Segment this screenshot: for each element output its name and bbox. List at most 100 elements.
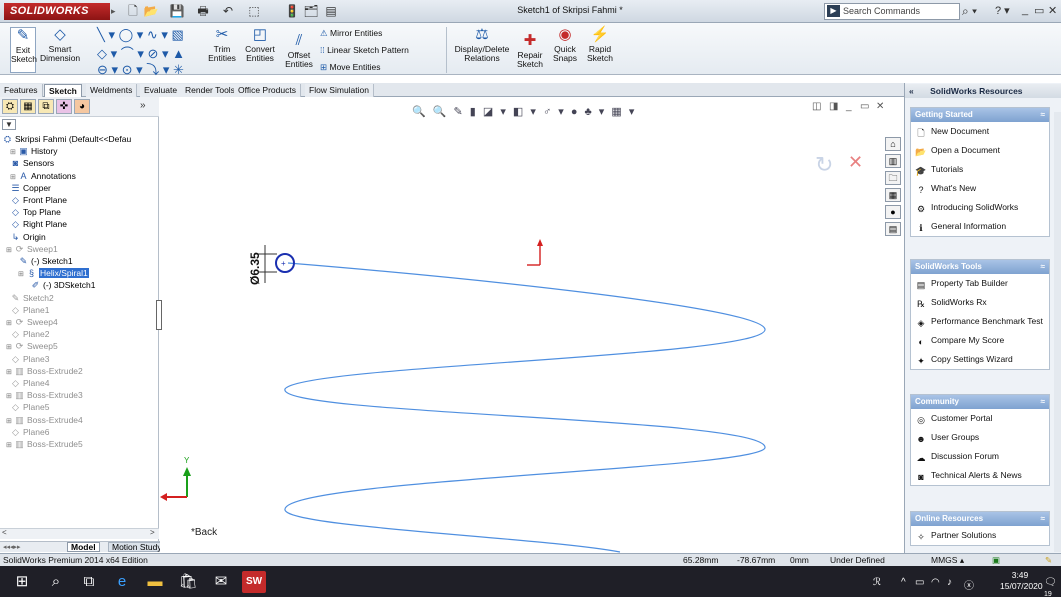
display-delete-relations-button[interactable]: ⚖ Display/Delete Relations (452, 27, 512, 63)
tab-scroll-icon[interactable]: ◂◂◂▸▸ (3, 543, 21, 551)
expand-icon[interactable]: ⊞ (10, 147, 18, 157)
resource-link[interactable]: ⚙ Introducing SolidWorks (911, 198, 1049, 217)
task-view-icon[interactable]: ⧉ (77, 571, 101, 593)
resource-link[interactable]: ? What's New (911, 179, 1049, 198)
tree-item[interactable]: ◇ Plane5 (0, 401, 158, 413)
mirror-entities-button[interactable]: ⚠ Mirror Entities (320, 28, 382, 39)
volume-icon[interactable]: ♪ (947, 577, 952, 588)
tab-sketch[interactable]: Sketch (44, 84, 82, 97)
resource-link[interactable]: 🗋 New Document (911, 122, 1049, 141)
resource-section-header[interactable]: SolidWorks Tools ≈ (911, 260, 1049, 274)
mail-icon[interactable]: ✉ (209, 571, 233, 593)
tree-item[interactable]: ⊞ ⟳ Sweep1 (0, 243, 158, 255)
tree-item[interactable]: ✎ (-) Sketch1 (0, 255, 158, 267)
tree-item[interactable]: ⊞ ▣ History (0, 145, 158, 157)
keyboard-layout-icon[interactable]: ⓧ (964, 577, 974, 592)
tree-item[interactable]: ⊞ A Annotations (0, 170, 158, 182)
resource-link[interactable]: ℹ General Information (911, 217, 1049, 236)
notification-center-icon[interactable]: 🗨19 (1044, 577, 1061, 599)
tree-item[interactable]: ◇ Plane1 (0, 304, 158, 316)
file-properties-icon[interactable]: 🗂 (302, 4, 320, 19)
tree-item[interactable]: ✎ Sketch2 (0, 292, 158, 304)
collapse-section-icon[interactable]: ≈ (1041, 395, 1045, 409)
resource-link[interactable]: ◎ Customer Portal (911, 409, 1049, 428)
resource-link[interactable]: ✧ Partner Solutions (911, 526, 1049, 545)
helix-spiral-curve[interactable] (284, 262, 766, 553)
store-icon[interactable]: 🛍 (176, 571, 200, 593)
collapse-section-icon[interactable]: ≈ (1041, 260, 1045, 274)
battery-icon[interactable]: ▭ (915, 577, 924, 588)
scroll-left-icon[interactable]: < (2, 528, 7, 537)
expand-icon[interactable]: ⊞ (6, 391, 14, 401)
expand-icon[interactable]: ⊞ (6, 318, 14, 328)
resource-section-header[interactable]: Getting Started ≈ (911, 108, 1049, 122)
funnel-icon[interactable]: ▼ (2, 119, 16, 130)
tree-item[interactable]: ⊞ ▥ Boss-Extrude5 (0, 438, 158, 450)
search-icon[interactable]: ⌕ (44, 571, 68, 593)
line-tool-icon[interactable]: ╲ ▾ ◯ ▾ ∿ ▾ ▧ (97, 27, 184, 43)
tree-item[interactable]: ◇ Right Plane (0, 218, 158, 230)
tree-item[interactable]: ☰ Copper (0, 182, 158, 194)
resource-link[interactable]: ◈ Performance Benchmark Test (911, 312, 1049, 331)
property-manager-tab-icon[interactable]: ▦ (20, 99, 36, 114)
search-icon[interactable]: ⌕ ▾ (962, 4, 977, 19)
resource-link[interactable]: ▤ Property Tab Builder (911, 274, 1049, 293)
tab-features[interactable]: Features (0, 84, 43, 97)
resource-link[interactable]: ✦ Copy Settings Wizard (911, 350, 1049, 369)
convert-entities-button[interactable]: ◰ Convert Entities (240, 27, 280, 63)
edge-browser-icon[interactable]: e (110, 571, 134, 593)
tree-item[interactable]: ◇ Plane4 (0, 377, 158, 389)
minimize-button[interactable]: _ (1022, 4, 1028, 16)
resource-section-header[interactable]: Community ≈ (911, 395, 1049, 409)
collapse-section-icon[interactable]: ≈ (1041, 108, 1045, 122)
tree-item[interactable]: ⊞ ▥ Boss-Extrude2 (0, 365, 158, 377)
collapse-pane-icon[interactable]: « (909, 86, 914, 96)
tab-weldments[interactable]: Weldments (86, 84, 138, 97)
repair-sketch-button[interactable]: ✚ Repair Sketch (514, 33, 546, 69)
resource-link[interactable]: ℞ SolidWorks Rx (911, 293, 1049, 312)
resource-link[interactable]: 📂 Open a Document (911, 141, 1049, 160)
more-tabs-icon[interactable]: » (140, 100, 146, 111)
rebuild-icon[interactable]: 🚦 (283, 4, 301, 19)
slot-tool-icon[interactable]: ⊖ ▾ ⊙ ▾ ⤵ ▾ ✳ (97, 59, 184, 78)
exit-sketch-button[interactable]: ✎ Exit Sketch (10, 27, 37, 73)
undo-icon[interactable]: ↶ (219, 4, 237, 19)
tree-item[interactable]: ◙ Sensors (0, 157, 158, 169)
resource-link[interactable]: 🎓 Tutorials (911, 160, 1049, 179)
expand-icon[interactable]: ⊞ (10, 172, 18, 182)
tree-item[interactable]: ⊞ ⟳ Sweep5 (0, 340, 158, 352)
tab-model[interactable]: Model (67, 542, 100, 552)
system-clock[interactable]: 3:49 15/07/2020 (1000, 570, 1043, 592)
print-icon[interactable]: 🖶 (194, 4, 212, 19)
expand-icon[interactable]: ⊞ (6, 245, 14, 255)
solidworks-logo[interactable]: SOLIDWORKS (4, 3, 110, 20)
resource-link[interactable]: ☁ Discussion Forum (911, 447, 1049, 466)
menu-arrow-icon[interactable]: ▸ (111, 6, 116, 17)
unit-system-selector[interactable]: MMGS ▴ (931, 554, 964, 566)
restore-button[interactable]: ▭ (1034, 4, 1044, 17)
help-icon[interactable]: ? ▾ (995, 4, 1010, 17)
new-document-icon[interactable]: 🗋 (124, 4, 142, 19)
smart-dimension-button[interactable]: ◇ Smart Dimension (40, 27, 80, 63)
dimxpert-tab-icon[interactable]: ✜ (56, 99, 72, 114)
offset-entities-button[interactable]: ⫽ Offset Entities (282, 33, 316, 69)
people-icon[interactable]: ℛ (873, 577, 881, 588)
search-commands-input[interactable]: Search Commands (824, 3, 960, 20)
tab-office-products[interactable]: Office Products (234, 84, 301, 97)
expand-icon[interactable]: ⊞ (18, 269, 26, 279)
edit-icon[interactable]: ✎ (1045, 554, 1052, 566)
options-icon[interactable]: ▤ (322, 4, 340, 19)
tree-item[interactable]: ◇ Plane3 (0, 353, 158, 365)
tree-item[interactable]: ⊞ ⟳ Sweep4 (0, 316, 158, 328)
expand-icon[interactable]: ⊞ (6, 440, 14, 450)
tab-evaluate[interactable]: Evaluate (140, 84, 183, 97)
feature-tree-tab-icon[interactable]: ⛭ (2, 99, 18, 114)
expand-icon[interactable]: ⊞ (6, 416, 14, 426)
tree-item[interactable]: ◇ Plane6 (0, 426, 158, 438)
expand-icon[interactable]: ⊞ (6, 342, 14, 352)
configuration-tab-icon[interactable]: ⧉ (38, 99, 54, 114)
tab-flow-simulation[interactable]: Flow Simulation (305, 84, 374, 97)
save-icon[interactable]: 💾 (168, 4, 186, 19)
resource-link[interactable]: ◙ Technical Alerts & News (911, 466, 1049, 485)
tree-item[interactable]: ⊞ ▥ Boss-Extrude4 (0, 414, 158, 426)
